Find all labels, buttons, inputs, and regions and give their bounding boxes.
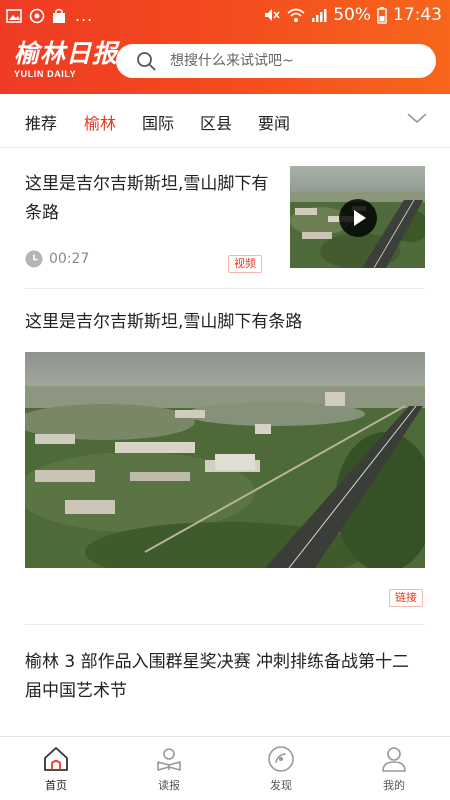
- aerial-city-photo: [25, 352, 425, 568]
- search-bar[interactable]: [116, 44, 436, 78]
- nav-label: 我的: [383, 779, 405, 792]
- news-feed: 这里是吉尔吉斯斯坦,雪山脚下有条路 00:27 视频 这里是吉尔吉斯斯坦,雪山脚…: [0, 148, 450, 736]
- news-photo[interactable]: [25, 352, 425, 568]
- chevron-down-icon[interactable]: [406, 108, 428, 128]
- nav-profile[interactable]: 我的: [354, 745, 434, 793]
- clock-icon: [25, 250, 43, 268]
- tab-headlines[interactable]: 要闻: [258, 110, 290, 134]
- status-system: 50% 17:43: [263, 5, 442, 25]
- nav-newspaper[interactable]: 读报: [129, 745, 209, 793]
- more-notifications-indicator: ...: [75, 6, 94, 25]
- nav-home[interactable]: 首页: [16, 745, 96, 793]
- nav-discover[interactable]: 发现: [241, 745, 321, 793]
- logo-text: 榆林日报: [14, 39, 119, 68]
- news-title[interactable]: 榆林 3 部作品入围群星奖决赛 冲刺排练备战第十二届中国艺术节: [25, 648, 425, 706]
- wifi-icon: [287, 8, 305, 22]
- clock: 17:43: [393, 5, 442, 25]
- tab-yulin[interactable]: 榆林: [84, 110, 116, 134]
- gallery-icon: [6, 8, 22, 23]
- divider: [25, 624, 425, 625]
- battery-icon: [377, 6, 387, 24]
- signal-icon: [312, 9, 327, 22]
- divider: [25, 288, 425, 289]
- news-card-video[interactable]: 这里是吉尔吉斯斯坦,雪山脚下有条路 00:27 视频: [0, 148, 450, 288]
- video-duration: 00:27: [25, 250, 89, 268]
- tab-districts[interactable]: 区县: [200, 110, 232, 134]
- search-icon: [137, 52, 156, 71]
- news-title[interactable]: 这里是吉尔吉斯斯坦,雪山脚下有条路: [25, 170, 273, 228]
- link-tag: 链接: [389, 586, 423, 607]
- mute-icon: [265, 9, 280, 21]
- news-title[interactable]: 这里是吉尔吉斯斯坦,雪山脚下有条路: [25, 308, 302, 336]
- status-bar: ... 50% 17:43: [0, 0, 450, 32]
- bottom-navigation: 首页 读报 发现 我的: [0, 736, 450, 800]
- app-logo[interactable]: 榆林日报 YULIN DAILY: [14, 39, 119, 84]
- home-icon: [44, 747, 68, 771]
- newspaper-icon: [157, 748, 181, 771]
- app-header: ... 50% 17:43 榆林日报 YULIN DAILY 想搜什么来试试吧~: [0, 0, 450, 94]
- app-notification-icon: [29, 8, 45, 23]
- news-card-text[interactable]: 榆林 3 部作品入围群星奖决赛 冲刺排练备战第十二届中国艺术节: [0, 626, 450, 736]
- news-card-photo[interactable]: 这里是吉尔吉斯斯坦,雪山脚下有条路 链接: [0, 290, 450, 620]
- tab-international[interactable]: 国际: [142, 110, 174, 134]
- nav-label: 读报: [158, 779, 180, 792]
- status-notifications: ...: [6, 6, 93, 25]
- tag-label: 视频: [228, 255, 262, 273]
- play-button[interactable]: [339, 199, 377, 237]
- search-input[interactable]: [170, 44, 420, 78]
- logo-subtext: YULIN DAILY: [14, 69, 77, 79]
- duration-text: 00:27: [49, 251, 90, 267]
- nav-label: 发现: [270, 779, 292, 792]
- channel-tabs: 推荐 榆林 国际 区县 要闻: [0, 94, 450, 148]
- shopping-bag-icon: [53, 8, 65, 23]
- battery-percent: 50%: [333, 5, 371, 25]
- compass-icon: [268, 746, 294, 772]
- tag-label: 链接: [389, 589, 423, 607]
- tab-recommend[interactable]: 推荐: [25, 110, 57, 134]
- profile-icon: [382, 747, 406, 772]
- video-thumbnail[interactable]: [290, 166, 425, 268]
- video-tag: 视频: [228, 252, 262, 273]
- nav-label: 首页: [45, 779, 67, 792]
